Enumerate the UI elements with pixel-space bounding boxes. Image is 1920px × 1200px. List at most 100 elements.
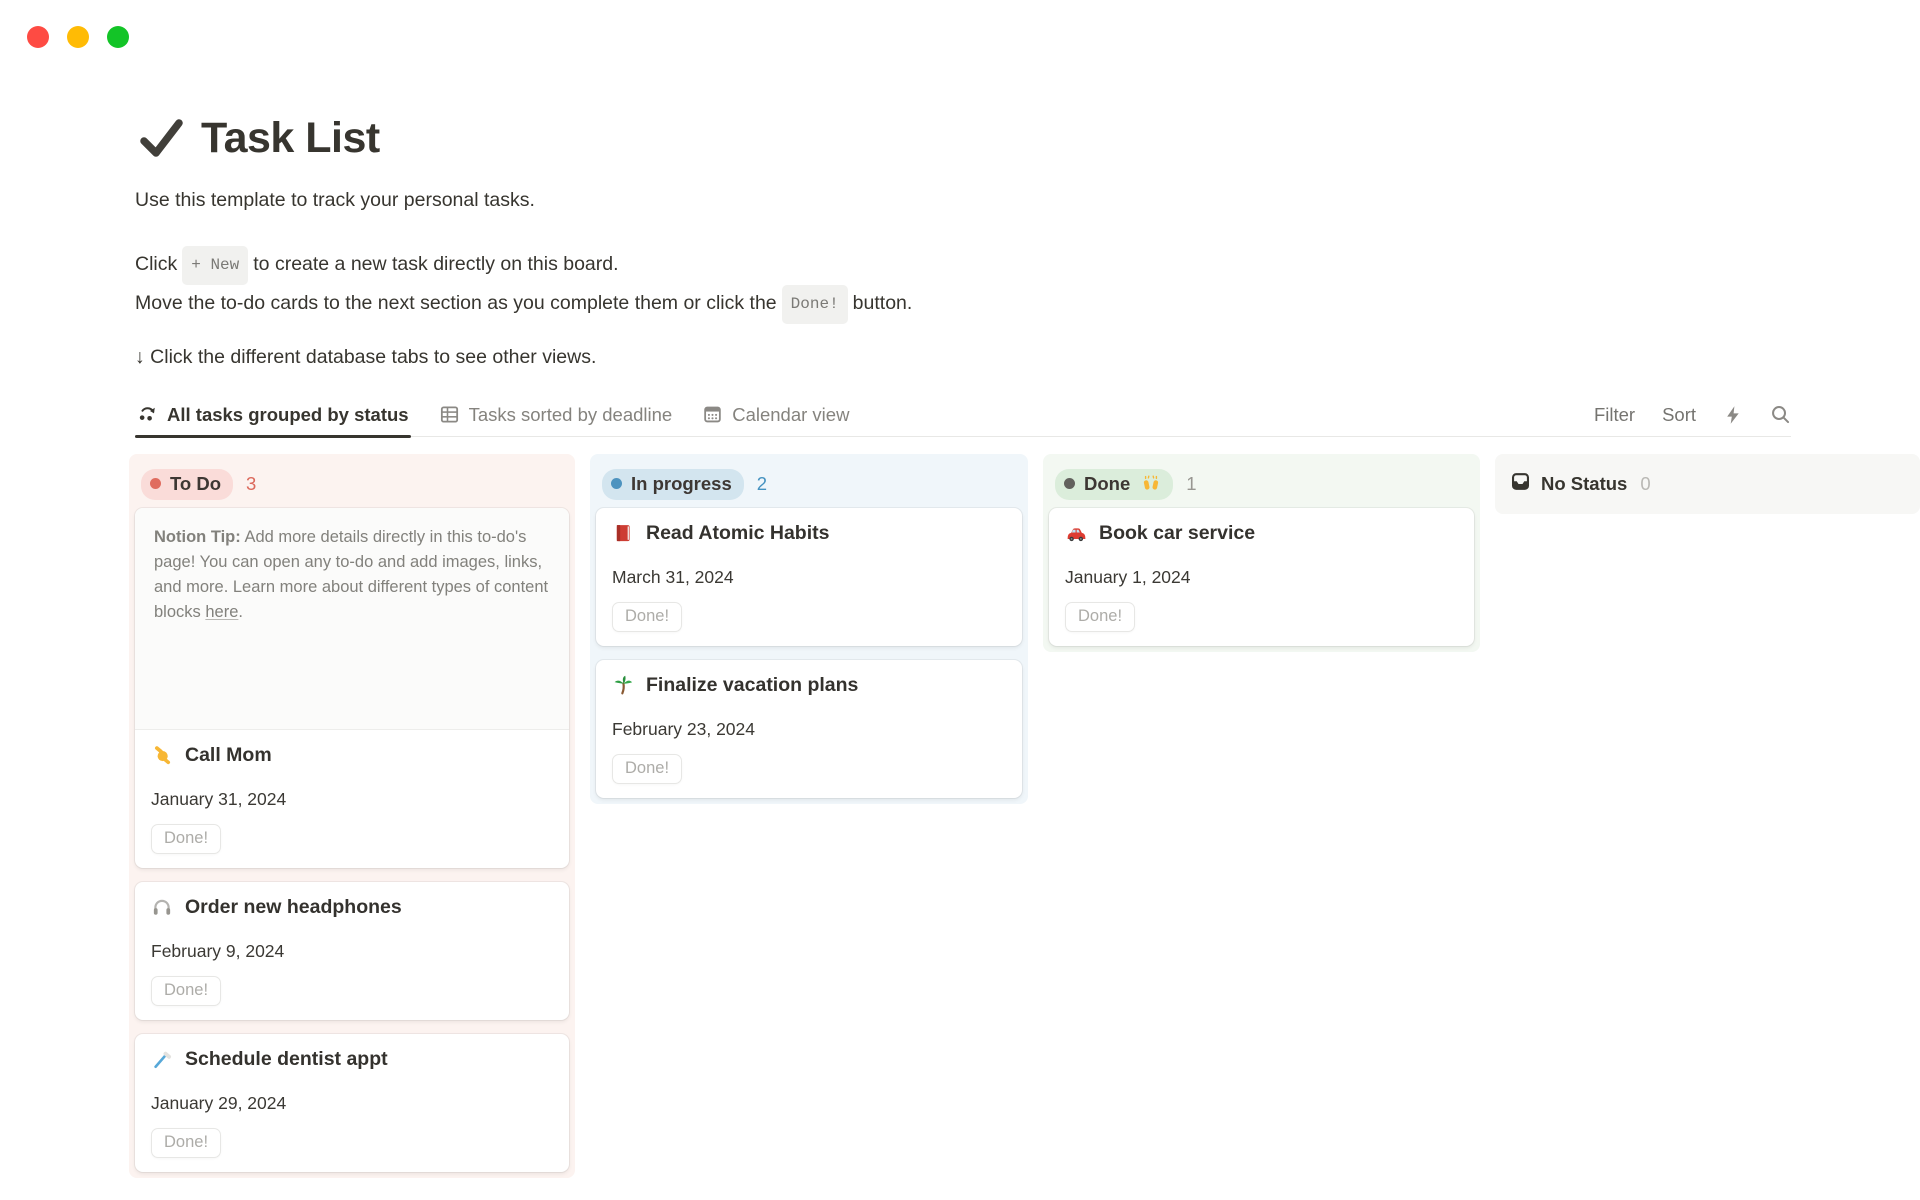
card-title: Finalize vacation plans <box>646 672 858 698</box>
instructions-paragraph: Click+ Newto create a new task directly … <box>135 246 1235 324</box>
database-toolbar: Filter Sort <box>1594 404 1791 426</box>
tab-all-tasks-grouped-by-status[interactable]: All tasks grouped by status <box>135 393 411 437</box>
done-button[interactable]: Done! <box>151 976 221 1006</box>
card-date: February 9, 2024 <box>151 940 553 962</box>
filter-button[interactable]: Filter <box>1594 404 1635 426</box>
card-body: Order new headphones February 9, 2024 Do… <box>135 882 569 1020</box>
column-to-do: To Do 3 Notion Tip: Add more details dir… <box>129 454 575 1178</box>
card-page-preview: Notion Tip: Add more details directly in… <box>135 508 569 730</box>
column-header: To Do 3 <box>135 460 569 508</box>
column-header: In progress 2 <box>596 460 1022 508</box>
heavy-check-mark-emoji <box>135 112 187 164</box>
status-label: Done <box>1084 473 1130 495</box>
card-body: Book car service January 1, 2024 Done! <box>1049 508 1474 646</box>
instruction-text: Move the to-do cards to the next section… <box>135 292 777 314</box>
card-date: January 29, 2024 <box>151 1092 553 1114</box>
card-body: Schedule dentist appt January 29, 2024 D… <box>135 1034 569 1172</box>
instruction-text: Click <box>135 253 177 275</box>
column-header: No Status 0 <box>1501 460 1914 508</box>
page-title: Task List <box>201 114 380 163</box>
page-description: Use this template to track your personal… <box>135 188 1920 213</box>
card-date: February 23, 2024 <box>612 718 1006 740</box>
status-pill-to-do[interactable]: To Do <box>141 469 233 500</box>
instruction-text: to create a new task directly on this bo… <box>253 253 618 275</box>
instruction-text: button. <box>853 292 913 314</box>
notion-tip-lead: Notion Tip: <box>154 528 241 546</box>
card-count: 1 <box>1186 473 1196 495</box>
red-car-emoji <box>1065 522 1087 544</box>
tab-label: All tasks grouped by status <box>167 404 409 426</box>
column-header: Done 1 <box>1049 460 1474 508</box>
tab-calendar-view[interactable]: Calendar view <box>700 393 851 437</box>
no-status-header[interactable]: No Status <box>1507 471 1627 497</box>
here-link[interactable]: here <box>205 603 238 621</box>
page-title-row: Task List <box>135 112 1920 164</box>
search-icon[interactable] <box>1770 404 1791 425</box>
column-in-progress: In progress 2 <box>590 454 1028 804</box>
card-list: Book car service January 1, 2024 Done! <box>1049 508 1474 646</box>
status-dot <box>150 478 161 489</box>
card-count: 3 <box>246 473 256 495</box>
task-card-book-car-service[interactable]: Book car service January 1, 2024 Done! <box>1049 508 1474 646</box>
task-card-schedule-dentist-appt[interactable]: Schedule dentist appt January 29, 2024 D… <box>135 1034 569 1172</box>
sort-button[interactable]: Sort <box>1662 404 1696 426</box>
kanban-board: To Do 3 Notion Tip: Add more details dir… <box>129 454 1920 1178</box>
card-list: Read Atomic Habits March 31, 2024 Done! <box>596 508 1022 798</box>
done-button[interactable]: Done! <box>1065 602 1135 632</box>
task-card-call-mom[interactable]: Notion Tip: Add more details directly in… <box>135 508 569 868</box>
card-title: Order new headphones <box>185 894 402 920</box>
card-count: 2 <box>757 473 767 495</box>
new-button-chip: + New <box>182 246 248 285</box>
card-date: January 31, 2024 <box>151 788 553 810</box>
status-label: In progress <box>631 473 732 495</box>
view-tab-bar: All tasks grouped by status Tasks sorted… <box>135 393 1791 437</box>
lightning-icon[interactable] <box>1723 405 1743 425</box>
call-me-hand-emoji <box>151 744 173 766</box>
status-pill-in-progress[interactable]: In progress <box>602 469 744 500</box>
status-dot <box>611 478 622 489</box>
tab-label: Calendar view <box>732 404 849 426</box>
card-date: March 31, 2024 <box>612 566 1006 588</box>
page-content: Task List Use this template to track you… <box>135 0 1920 1178</box>
notion-tip-after: . <box>238 603 243 621</box>
board-view-icon <box>137 404 158 425</box>
inbox-icon <box>1510 471 1531 497</box>
column-done: Done 1 <box>1043 454 1480 652</box>
done-button-chip: Done! <box>782 285 848 324</box>
minimize-window-button[interactable] <box>67 26 89 48</box>
palm-tree-emoji <box>612 674 634 696</box>
calendar-view-icon <box>702 404 723 425</box>
status-label: No Status <box>1541 473 1627 495</box>
card-body: Finalize vacation plans February 23, 202… <box>596 660 1022 798</box>
card-body: Call Mom January 31, 2024 Done! <box>135 730 569 868</box>
done-button[interactable]: Done! <box>151 1128 221 1158</box>
tab-label: Tasks sorted by deadline <box>469 404 673 426</box>
card-count: 0 <box>1640 473 1650 495</box>
tabs-hint-text: ↓ Click the different database tabs to s… <box>135 346 1920 369</box>
status-dot <box>1064 478 1075 489</box>
task-card-finalize-vacation-plans[interactable]: Finalize vacation plans February 23, 202… <box>596 660 1022 798</box>
card-title: Book car service <box>1099 520 1255 546</box>
status-label: To Do <box>170 473 221 495</box>
tab-tasks-sorted-by-deadline[interactable]: Tasks sorted by deadline <box>437 393 675 437</box>
done-button[interactable]: Done! <box>612 602 682 632</box>
window-controls <box>27 26 129 48</box>
headphone-emoji <box>151 896 173 918</box>
close-window-button[interactable] <box>27 26 49 48</box>
card-title: Call Mom <box>185 742 272 768</box>
done-button[interactable]: Done! <box>612 754 682 784</box>
done-button[interactable]: Done! <box>151 824 221 854</box>
status-pill-done[interactable]: Done <box>1055 469 1173 500</box>
task-card-order-new-headphones[interactable]: Order new headphones February 9, 2024 Do… <box>135 882 569 1020</box>
task-card-read-atomic-habits[interactable]: Read Atomic Habits March 31, 2024 Done! <box>596 508 1022 646</box>
card-date: January 1, 2024 <box>1065 566 1458 588</box>
card-body: Read Atomic Habits March 31, 2024 Done! <box>596 508 1022 646</box>
table-view-icon <box>439 404 460 425</box>
card-title: Read Atomic Habits <box>646 520 829 546</box>
card-title: Schedule dentist appt <box>185 1046 388 1072</box>
zoom-window-button[interactable] <box>107 26 129 48</box>
column-no-status: No Status 0 <box>1495 454 1920 514</box>
card-list: Notion Tip: Add more details directly in… <box>135 508 569 1172</box>
red-book-emoji <box>612 522 634 544</box>
raised-hands-emoji <box>1141 474 1161 494</box>
